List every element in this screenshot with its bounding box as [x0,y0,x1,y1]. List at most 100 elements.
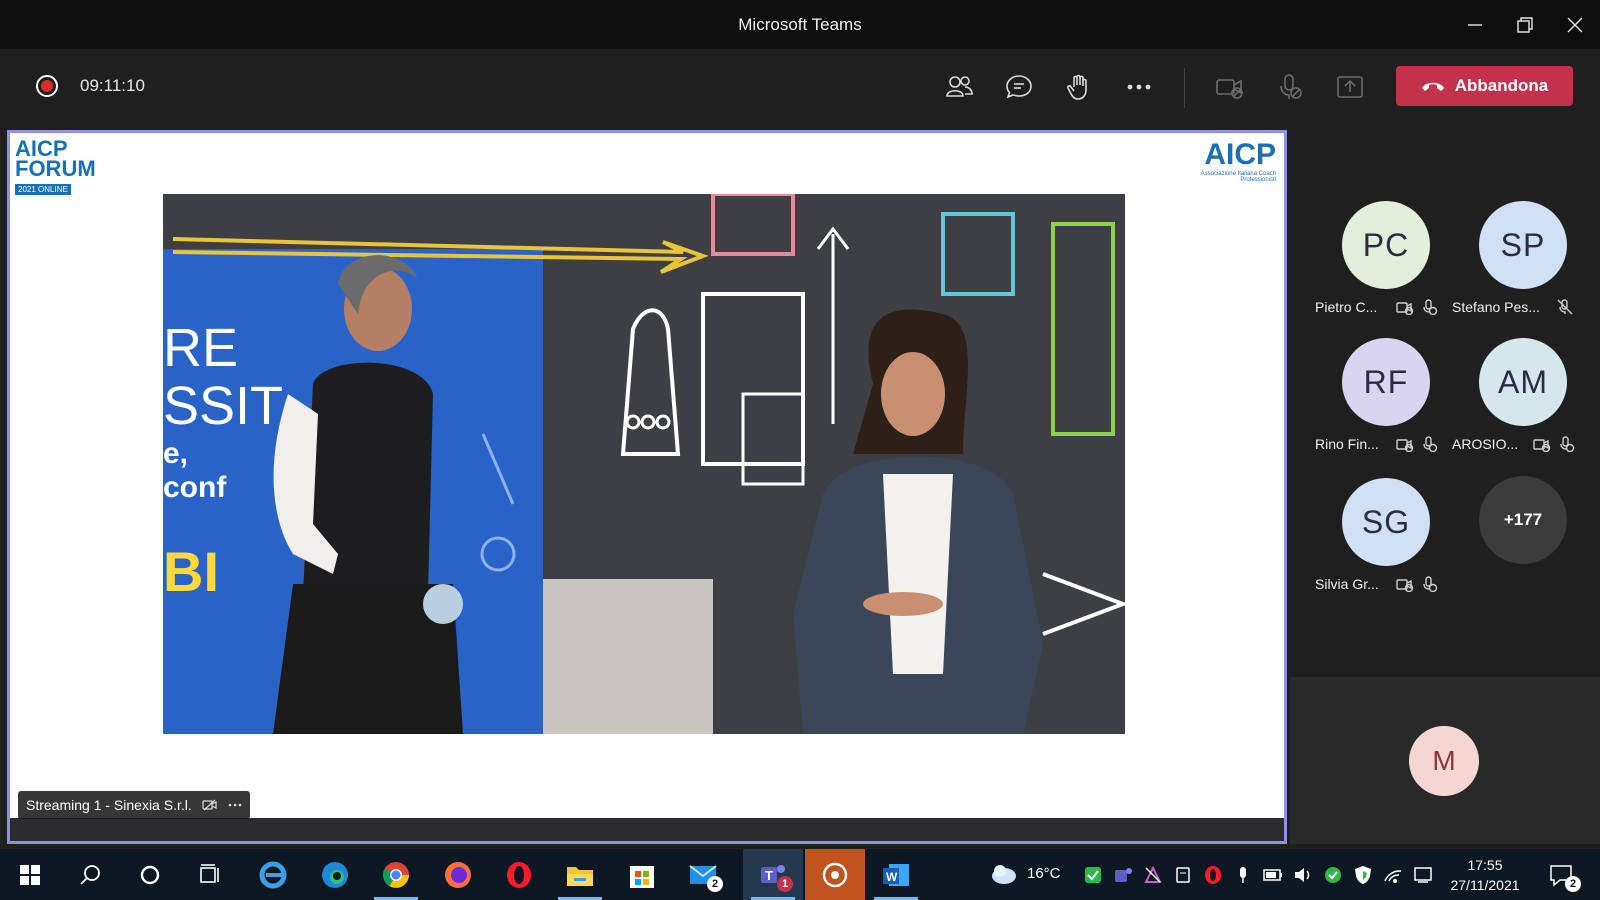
word-app[interactable]: W [866,849,926,900]
speaker-video: RE SSIT e, conf BI [163,194,1125,734]
avatar: SG [1342,478,1430,566]
participant-status [1557,299,1573,315]
start-button[interactable] [0,849,60,900]
participant-status [1396,576,1438,592]
opera-tray-icon[interactable] [1203,865,1223,885]
weather-cloud-icon[interactable] [988,862,1018,886]
clock-date: 27/11/2021 [1450,877,1520,893]
svg-text:W: W [886,870,898,884]
antivirus-check-icon[interactable] [1323,865,1343,885]
participant-name: Silvia Gr... [1315,576,1379,592]
mic-off-icon [1423,436,1438,452]
close-window-button[interactable] [1545,0,1600,49]
leave-button[interactable]: Abbandona [1396,66,1573,106]
microphone-tray-icon[interactable] [1233,865,1253,885]
notification-badge: 2 [1565,876,1581,892]
search-icon [80,864,100,885]
minimize-icon [1468,23,1482,26]
close-icon [1567,17,1583,32]
chrome-icon [383,861,409,888]
notifications-button[interactable]: 2 [1533,849,1589,900]
participant-name: Stefano Pes... [1452,299,1540,315]
stage-bottom-strip [10,818,1284,841]
word-icon: W [883,863,909,886]
participant-tile[interactable]: RF Rino Fin... [1315,338,1453,468]
chat-button[interactable] [999,69,1039,105]
main-video-stage[interactable]: AICP FORUM 2021 ONLINE AICP Associazione… [7,130,1287,844]
search-button[interactable] [60,849,120,900]
more-participants-tile[interactable]: +177 [1452,476,1590,606]
teams-tray-icon[interactable] [1113,865,1133,885]
participant-tile[interactable]: PC Pietro C... [1315,201,1453,331]
cortana-button[interactable] [120,849,180,900]
system-clock[interactable]: 17:55 27/11/2021 [1440,855,1530,895]
avatar: SP [1479,201,1567,289]
participant-status [1396,436,1438,452]
windows-taskbar: 2 T 1 W 16°C 17:55 27/11/2021 2 [0,849,1600,900]
device-tray-icon[interactable] [1173,865,1193,885]
chrome-app[interactable] [366,849,426,900]
recorder-icon [822,862,848,887]
store-app[interactable] [612,849,672,900]
teams-badge: 1 [777,876,793,892]
firefox-icon [445,861,471,888]
weather-temperature[interactable]: 16°C [1027,865,1061,882]
meeting-toolbar: 09:11:10 Abbandona [0,49,1600,127]
folder-icon [567,866,593,886]
defender-shield-icon[interactable] [1353,865,1373,885]
participant-name: Pietro C... [1315,299,1378,315]
participants-button[interactable] [939,69,979,105]
participant-tile[interactable]: AM AROSIO... [1452,338,1590,468]
task-view-button[interactable] [180,849,240,900]
mic-off-icon [1423,299,1438,315]
stream-more-icon[interactable] [228,802,242,808]
mail-app[interactable]: 2 [673,849,733,900]
internet-explorer-icon [259,861,287,888]
stream-name: Streaming 1 - Sinexia S.r.l. [26,797,192,813]
leave-label: Abbandona [1454,76,1549,95]
logo-left-sub: 2021 ONLINE [15,184,71,195]
file-explorer-app[interactable] [550,849,610,900]
recorder-app[interactable] [805,849,865,900]
hang-up-icon [1421,82,1444,91]
participant-status [1396,299,1438,315]
raise-hand-button[interactable] [1059,69,1099,105]
restore-icon [1517,16,1533,33]
meeting-timer: 09:11:10 [80,76,145,95]
speaker-right [793,309,1043,734]
camera-off-icon [1533,439,1551,452]
people-icon [946,76,973,97]
participant-status [1533,436,1575,452]
logo-left-text: AICP FORUM [15,136,96,181]
toolbar-divider [1184,68,1185,108]
share-button[interactable] [1330,69,1370,105]
participant-name: AROSIO... [1452,436,1519,452]
volume-icon[interactable] [1293,865,1313,885]
more-actions-button[interactable] [1119,69,1159,105]
camera-off-small-icon [202,799,217,811]
stream-name-label: Streaming 1 - Sinexia S.r.l. [18,791,250,819]
teams-app[interactable]: T 1 [743,849,803,900]
self-preview: M [1290,677,1600,844]
mic-off-icon [1560,436,1575,452]
store-icon [630,865,654,888]
participant-tile[interactable]: SP Stefano Pes... [1452,201,1590,331]
battery-icon[interactable] [1263,865,1283,885]
firefox-app[interactable] [428,849,488,900]
microphone-button[interactable] [1270,69,1310,105]
participant-tile[interactable]: SG Silvia Gr... [1315,478,1453,608]
mic-off-icon [1280,74,1302,99]
opera-app[interactable] [489,849,549,900]
sync-tray-icon[interactable] [1143,865,1163,885]
camera-button[interactable] [1210,69,1250,105]
logo-right-sub: Associazione Italiana Coach Professionis… [1200,171,1276,183]
logo-right-text: AICP [1204,138,1276,171]
camera-off-icon [1396,439,1414,452]
internet-explorer-app[interactable] [243,849,303,900]
mic-muted-icon [1557,299,1573,315]
display-tray-icon[interactable] [1413,865,1433,885]
edge-app[interactable] [305,849,365,900]
aicp-logo: AICP Associazione Italiana Coach Profess… [1180,139,1276,197]
security-check-icon[interactable] [1083,865,1103,885]
wifi-icon[interactable] [1383,865,1403,885]
